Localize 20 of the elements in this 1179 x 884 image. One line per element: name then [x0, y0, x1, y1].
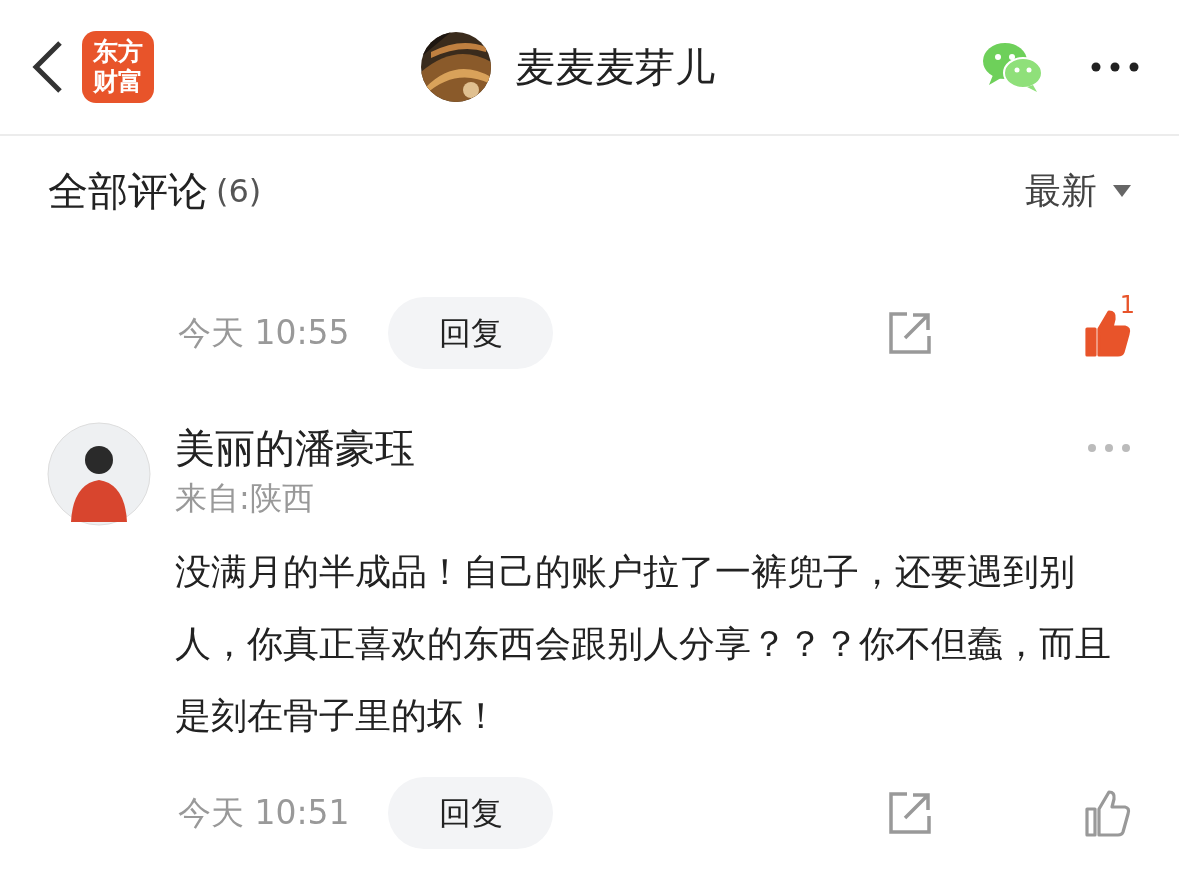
more-icon[interactable]	[1091, 62, 1139, 72]
location-text: 来自:陕西	[175, 478, 315, 519]
reply-button[interactable]: 回复	[388, 777, 553, 849]
comment-time: 今天 10:55	[178, 312, 351, 355]
channel-title: 麦麦麦芽儿	[514, 43, 715, 92]
like-icon[interactable]	[1083, 789, 1131, 837]
comment-text: 没满月的半成品！自己的账户拉了一裤兜子，还要遇到别人，你真正喜欢的东西会跟别人分享？？？你不但蠢，而且是刻在骨子里的坏！	[175, 550, 1112, 738]
caret-icon	[1113, 185, 1131, 197]
logo: 东方 财富	[82, 31, 154, 103]
like-count: 1	[1119, 290, 1135, 321]
avatar[interactable]	[47, 422, 151, 526]
share-icon[interactable]	[887, 790, 933, 836]
user-name[interactable]: 美丽的潘豪珏	[175, 422, 415, 474]
sort-dropdown[interactable]: 最新	[1025, 164, 1131, 218]
section-title: 全部评论	[48, 167, 208, 216]
share-icon[interactable]	[887, 310, 933, 356]
back-icon[interactable]	[30, 39, 64, 95]
reply-button[interactable]: 回复	[388, 297, 553, 369]
comment-time: 今天 10:51	[178, 792, 351, 835]
comment-count: (6)	[216, 171, 262, 212]
